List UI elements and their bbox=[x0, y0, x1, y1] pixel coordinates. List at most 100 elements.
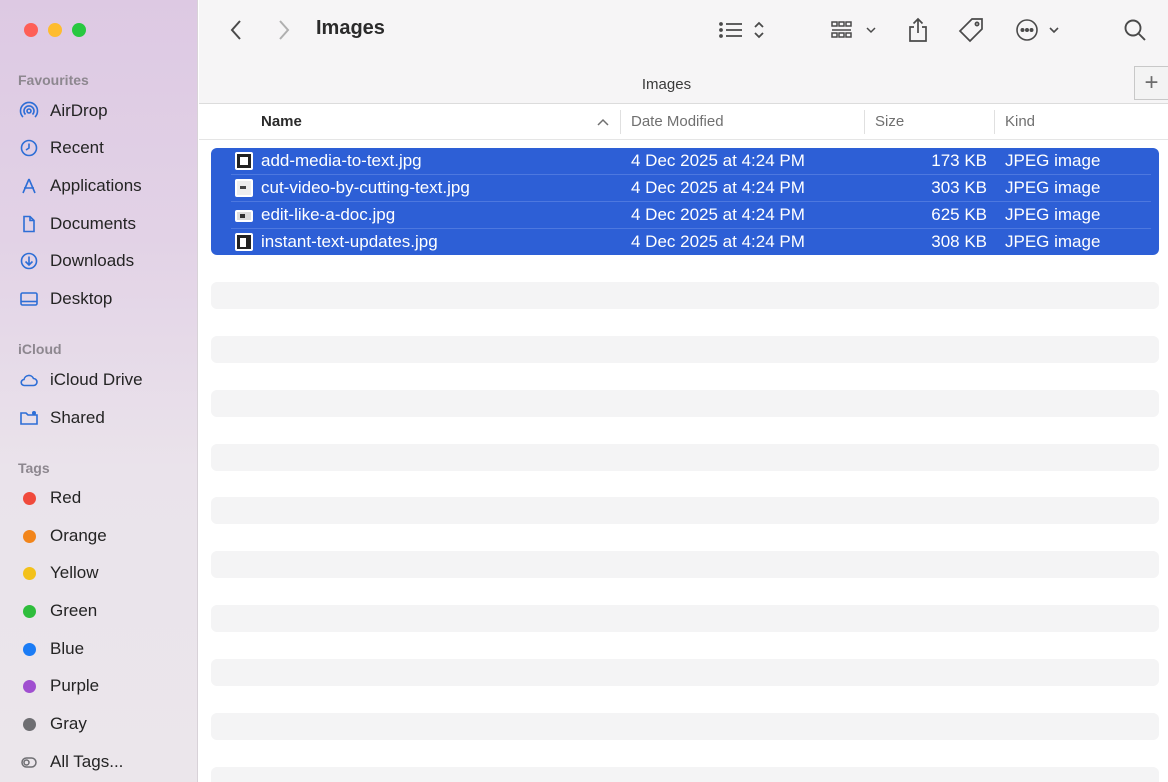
sidebar-item-airdrop[interactable]: AirDrop bbox=[18, 96, 193, 126]
tag-dot-icon bbox=[18, 638, 40, 660]
file-date: 4 Dec 2025 at 4:24 PM bbox=[631, 151, 805, 170]
sidebar-all-tags[interactable]: All Tags... bbox=[18, 747, 193, 777]
minimize-button[interactable] bbox=[48, 23, 62, 37]
shared-folder-icon bbox=[18, 407, 40, 429]
tag-dot-icon bbox=[18, 562, 40, 584]
empty-row bbox=[211, 336, 1159, 363]
empty-row bbox=[211, 767, 1159, 782]
view-options-button[interactable] bbox=[716, 14, 772, 46]
sidebar-tag-red[interactable]: Red bbox=[18, 483, 193, 513]
sidebar-item-downloads[interactable]: Downloads bbox=[18, 246, 193, 276]
sidebar-item-recent[interactable]: Recent bbox=[18, 133, 193, 163]
ellipsis-circle-icon bbox=[1016, 19, 1059, 41]
sidebar-item-label: Shared bbox=[50, 408, 105, 427]
sidebar-item-label: Downloads bbox=[50, 251, 135, 270]
file-size: 308 KB bbox=[931, 232, 987, 251]
tags-title: Tags bbox=[18, 460, 50, 476]
table-row[interactable]: cut-video-by-cutting-text.jpg 4 Dec 2025… bbox=[211, 175, 1159, 202]
clock-icon bbox=[18, 137, 40, 159]
table-row[interactable]: edit-like-a-doc.jpg 4 Dec 2025 at 4:24 P… bbox=[211, 202, 1159, 229]
sidebar-item-shared[interactable]: Shared bbox=[18, 403, 193, 433]
search-button[interactable] bbox=[1121, 14, 1149, 46]
grid-icon bbox=[831, 21, 876, 38]
more-actions-button[interactable] bbox=[1013, 14, 1063, 46]
empty-row bbox=[211, 497, 1159, 524]
sidebar-tag-green[interactable]: Green bbox=[18, 596, 193, 626]
file-name: cut-video-by-cutting-text.jpg bbox=[261, 178, 470, 197]
tag-dot-icon bbox=[18, 600, 40, 622]
sidebar-item-label: All Tags... bbox=[50, 752, 124, 771]
tag-dot-icon bbox=[18, 525, 40, 547]
sidebar-item-label: Applications bbox=[50, 176, 142, 195]
column-header: Name Date Modified Size Kind bbox=[199, 104, 1168, 140]
zoom-button[interactable] bbox=[72, 23, 86, 37]
file-name: edit-like-a-doc.jpg bbox=[261, 205, 396, 224]
file-name: add-media-to-text.jpg bbox=[261, 151, 422, 170]
sidebar-item-label: Desktop bbox=[50, 289, 113, 308]
chevron-right-icon bbox=[279, 20, 290, 40]
sidebar-item-label: Yellow bbox=[50, 563, 99, 582]
image-file-icon bbox=[235, 179, 253, 197]
table-row[interactable]: instant-text-updates.jpg 4 Dec 2025 at 4… bbox=[211, 229, 1159, 256]
empty-row bbox=[211, 444, 1159, 471]
new-tab-button[interactable]: + bbox=[1134, 66, 1168, 100]
applications-icon bbox=[18, 175, 40, 197]
table-row[interactable]: add-media-to-text.jpg 4 Dec 2025 at 4:24… bbox=[211, 148, 1159, 175]
icloud-title: iCloud bbox=[18, 341, 62, 357]
file-kind: JPEG image bbox=[1005, 178, 1101, 197]
sidebar-item-label: Green bbox=[50, 601, 98, 620]
sidebar-tag-purple[interactable]: Purple bbox=[18, 671, 193, 701]
desktop-icon bbox=[18, 288, 40, 310]
file-list: add-media-to-text.jpg 4 Dec 2025 at 4:24… bbox=[211, 148, 1159, 255]
image-file-icon bbox=[235, 233, 253, 251]
share-icon bbox=[909, 17, 927, 42]
sidebar-tag-blue[interactable]: Blue bbox=[18, 634, 193, 664]
back-button[interactable] bbox=[224, 14, 248, 46]
sidebar-tag-gray[interactable]: Gray bbox=[18, 709, 193, 739]
sidebar-item-desktop[interactable]: Desktop bbox=[18, 284, 193, 314]
tag-dot-icon bbox=[18, 487, 40, 509]
image-file-icon bbox=[235, 210, 253, 222]
sidebar-tag-yellow[interactable]: Yellow bbox=[18, 558, 193, 588]
close-button[interactable] bbox=[24, 23, 38, 37]
sidebar-tag-orange[interactable]: Orange bbox=[18, 521, 193, 551]
file-date: 4 Dec 2025 at 4:24 PM bbox=[631, 205, 805, 224]
sidebar-item-icloud-drive[interactable]: iCloud Drive bbox=[18, 365, 193, 395]
image-file-icon bbox=[235, 152, 253, 170]
file-kind: JPEG image bbox=[1005, 205, 1101, 224]
sidebar-item-label: Recent bbox=[50, 138, 104, 157]
sidebar-item-applications[interactable]: Applications bbox=[18, 171, 193, 201]
all-tags-icon bbox=[18, 751, 40, 773]
favourites-title: Favourites bbox=[18, 72, 89, 88]
tag-button[interactable] bbox=[956, 14, 986, 46]
share-button[interactable] bbox=[905, 14, 931, 46]
sort-ascending-icon bbox=[597, 118, 609, 126]
download-icon bbox=[18, 250, 40, 272]
column-name[interactable]: Name bbox=[261, 113, 302, 130]
sidebar-item-label: Purple bbox=[50, 676, 100, 695]
file-kind: JPEG image bbox=[1005, 232, 1101, 251]
sidebar-item-label: AirDrop bbox=[50, 101, 108, 120]
column-date-modified[interactable]: Date Modified bbox=[631, 113, 724, 130]
column-kind[interactable]: Kind bbox=[1005, 113, 1035, 130]
column-separator bbox=[864, 110, 865, 134]
empty-row bbox=[211, 390, 1159, 417]
file-kind: JPEG image bbox=[1005, 151, 1101, 170]
sidebar-item-label: Gray bbox=[50, 714, 87, 733]
forward-button[interactable] bbox=[272, 14, 296, 46]
column-separator bbox=[620, 110, 621, 134]
document-icon bbox=[18, 213, 40, 235]
tag-icon bbox=[958, 18, 983, 43]
column-size[interactable]: Size bbox=[875, 113, 904, 130]
path-bar: Images + bbox=[199, 62, 1168, 104]
column-separator bbox=[994, 110, 995, 134]
cloud-icon bbox=[18, 369, 40, 391]
file-size: 173 KB bbox=[931, 151, 987, 170]
file-name: instant-text-updates.jpg bbox=[261, 232, 438, 251]
file-size: 625 KB bbox=[931, 205, 987, 224]
group-button[interactable] bbox=[829, 14, 879, 46]
empty-row bbox=[211, 551, 1159, 578]
sidebar-item-documents[interactable]: Documents bbox=[18, 209, 193, 239]
chevron-left-icon bbox=[230, 20, 241, 40]
list-view-icon bbox=[719, 21, 764, 39]
